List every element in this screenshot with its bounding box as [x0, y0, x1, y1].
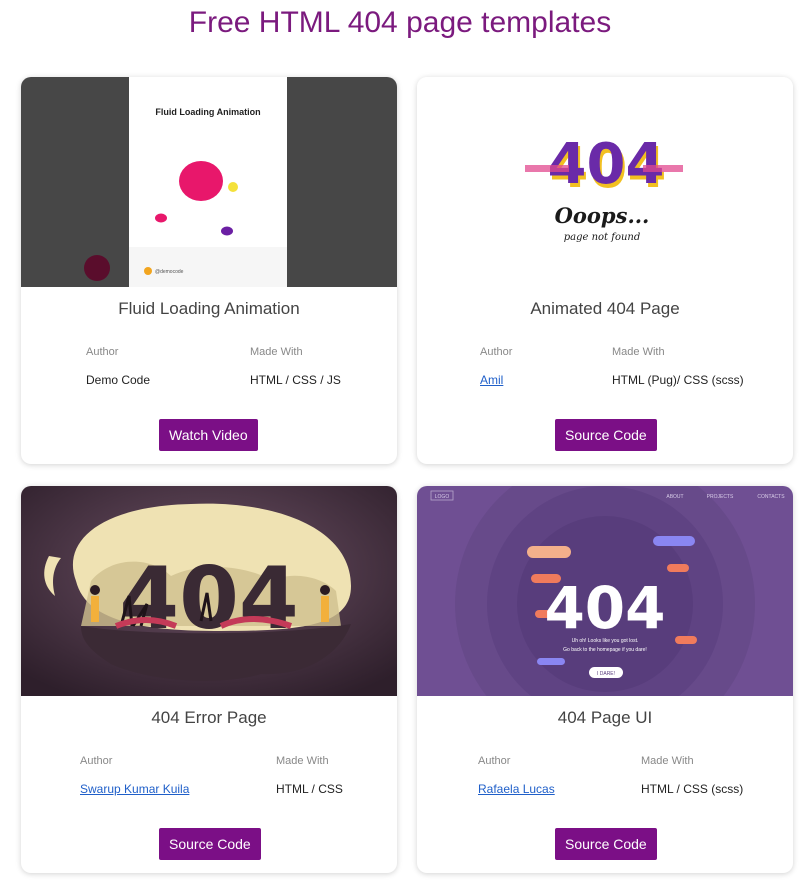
- made-with-value: HTML / CSS: [276, 782, 343, 796]
- template-card-404-ui: LOGO ABOUT PROJECTS CONTACTS 404 Uh oh! …: [417, 486, 793, 873]
- thumb-nav-about: ABOUT: [666, 494, 683, 500]
- card-title: Fluid Loading Animation: [118, 299, 300, 318]
- thumb-heading: Fluid Loading Animation: [155, 107, 260, 117]
- thumb-logo: LOGO: [435, 494, 450, 500]
- author-link[interactable]: Amil: [480, 373, 503, 387]
- thumb-sub: page not found: [564, 232, 641, 243]
- made-with-value: HTML (Pug)/ CSS (scss): [612, 373, 744, 387]
- made-with-label: Made With: [612, 346, 665, 358]
- thumb-404: 404: [544, 574, 665, 642]
- template-card-404-error: 404 404 Error Page Author Made With Swar…: [21, 486, 397, 873]
- card-title: 404 Error Page: [151, 708, 267, 727]
- watch-video-button[interactable]: Watch Video: [159, 419, 258, 451]
- card-title: Animated 404 Page: [530, 299, 680, 318]
- thumb-msg1: Uh oh! Looks like you got lost.: [572, 638, 639, 644]
- author-label: Author: [86, 346, 119, 358]
- card-thumbnail[interactable]: LOGO ABOUT PROJECTS CONTACTS 404 Uh oh! …: [417, 486, 793, 696]
- thumb-404: 404: [548, 132, 665, 197]
- source-code-button[interactable]: Source Code: [555, 419, 657, 451]
- author-label: Author: [478, 755, 511, 767]
- thumb-credit: @democode: [155, 269, 184, 275]
- card-thumbnail[interactable]: Fluid Loading Animation @democode: [21, 77, 397, 287]
- made-with-value: HTML / CSS / JS: [250, 373, 341, 387]
- thumb-nav-contacts: CONTACTS: [757, 494, 785, 500]
- made-with-value: HTML / CSS (scss): [641, 782, 744, 796]
- author-value: Demo Code: [86, 373, 151, 387]
- card-thumbnail[interactable]: 404 404 Ooops... page not found: [417, 77, 793, 287]
- thumb-nav-projects: PROJECTS: [707, 494, 734, 500]
- thumb-oops: Ooops...: [555, 203, 650, 228]
- author-label: Author: [480, 346, 513, 358]
- card-title: 404 Page UI: [557, 708, 653, 727]
- card-thumbnail[interactable]: 404: [21, 486, 397, 696]
- made-with-label: Made With: [276, 755, 329, 767]
- made-with-label: Made With: [250, 346, 303, 358]
- thumb-dare-button: I DARE!: [597, 671, 615, 677]
- author-link[interactable]: Rafaela Lucas: [478, 782, 555, 796]
- page-title: Free HTML 404 page templates: [188, 6, 612, 39]
- template-card-fluid-loading: Fluid Loading Animation @democode Fluid …: [21, 77, 397, 464]
- source-code-button[interactable]: Source Code: [555, 828, 657, 860]
- thumb-msg2: Go back to the homepage if you dare!: [563, 647, 647, 653]
- made-with-label: Made With: [641, 755, 694, 767]
- author-link[interactable]: Swarup Kumar Kuila: [80, 782, 189, 796]
- source-code-button[interactable]: Source Code: [159, 828, 261, 860]
- template-card-animated-404: 404 404 Ooops... page not found Animated…: [417, 77, 793, 464]
- author-label: Author: [80, 755, 113, 767]
